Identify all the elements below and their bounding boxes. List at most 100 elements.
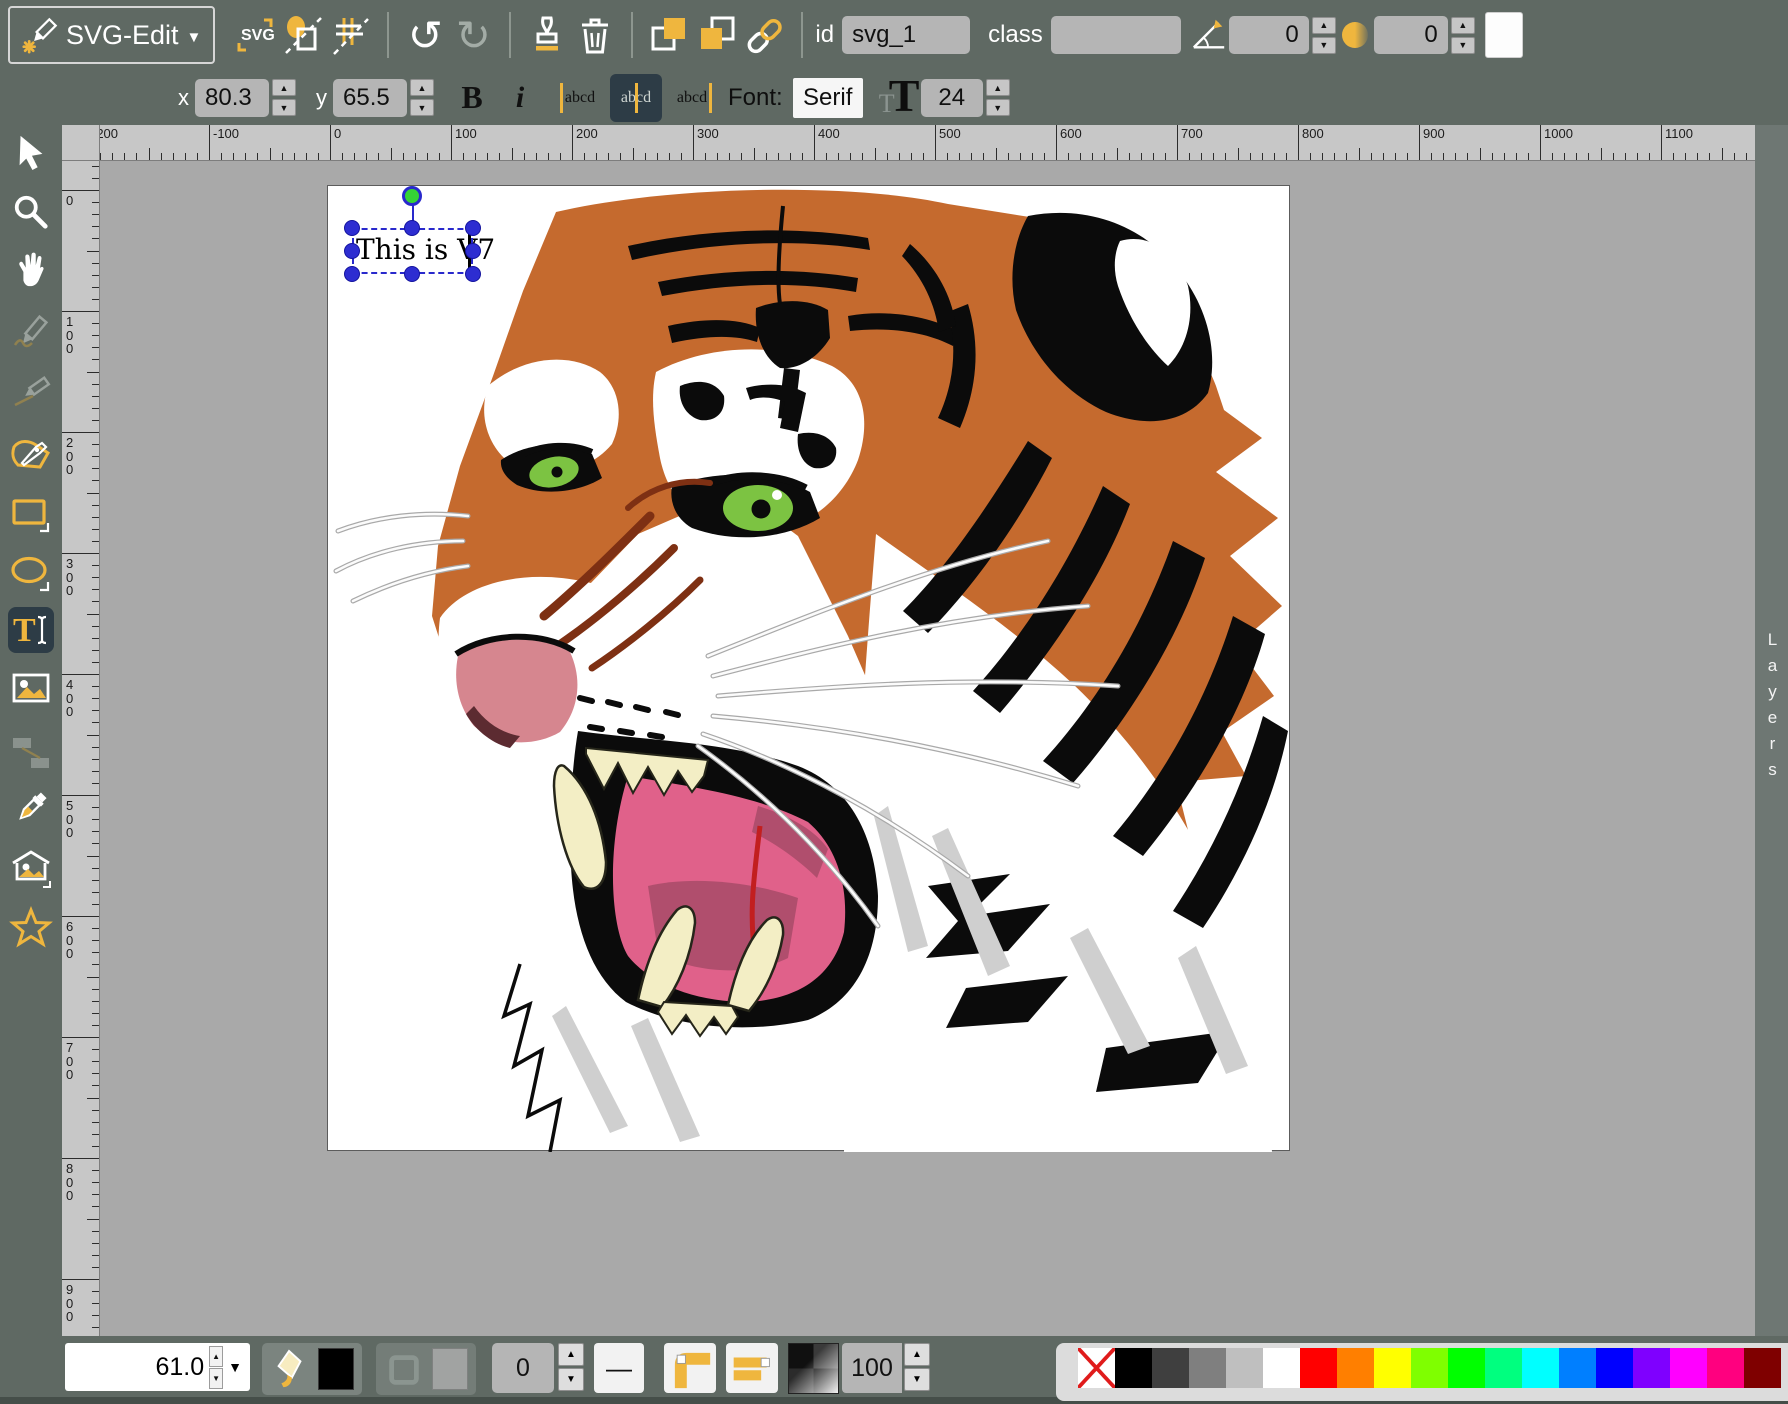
spin-down-icon[interactable]: ▼ — [209, 1368, 223, 1389]
delete-button[interactable] — [571, 9, 619, 61]
move-to-front-button[interactable] — [645, 9, 693, 61]
font-size-input[interactable] — [921, 79, 983, 117]
svg-canvas[interactable]: This is V7 — [327, 185, 1290, 1151]
palette-swatch[interactable] — [1633, 1348, 1670, 1388]
palette-swatch[interactable] — [1522, 1348, 1559, 1388]
text-anchor-start-button[interactable]: abcd — [558, 74, 602, 122]
spin-down-icon[interactable]: ▼ — [558, 1368, 584, 1391]
selection-handle-n[interactable] — [404, 220, 420, 236]
layers-panel-toggle[interactable]: Layers — [1755, 125, 1788, 1336]
stroke-linecap-button[interactable] — [726, 1343, 778, 1393]
palette-swatch[interactable] — [1189, 1348, 1226, 1388]
clone-button[interactable] — [523, 9, 571, 61]
shape-library-button[interactable] — [8, 846, 54, 892]
palette-swatch[interactable] — [1300, 1348, 1337, 1388]
spin-up-icon[interactable]: ▲ — [1451, 17, 1475, 34]
editor-preferences-button[interactable] — [327, 9, 375, 61]
rotate-handle[interactable] — [402, 186, 422, 206]
ellipse-tool-button[interactable] — [8, 550, 54, 596]
main-menu-button[interactable]: SVG-Edit ▼ — [8, 6, 215, 64]
stroke-color-swatch[interactable] — [432, 1348, 468, 1390]
opacity-field[interactable]: 100 — [842, 1343, 902, 1393]
stroke-linejoin-button[interactable] — [664, 1343, 716, 1393]
bold-button[interactable]: B — [448, 72, 496, 124]
spin-down-icon[interactable]: ▼ — [904, 1368, 930, 1391]
palette-swatch[interactable] — [1559, 1348, 1596, 1388]
y-coordinate-input[interactable] — [333, 79, 407, 117]
stroke-width-field[interactable]: 0 — [492, 1343, 554, 1393]
spin-down-icon[interactable]: ▼ — [272, 99, 296, 116]
text-tool-button[interactable]: T — [8, 607, 54, 653]
rectangle-tool-button[interactable] — [8, 491, 54, 537]
redo-button[interactable]: ↻ — [449, 9, 497, 61]
selection-handle-s[interactable] — [404, 266, 420, 282]
palette-swatch[interactable] — [1744, 1348, 1781, 1388]
selection-handle-e[interactable] — [465, 243, 481, 259]
selection-handle-se[interactable] — [465, 266, 481, 282]
font-family-button[interactable]: Serif — [793, 78, 863, 118]
move-to-back-button[interactable] — [693, 9, 741, 61]
undo-button[interactable]: ↺ — [401, 9, 449, 61]
make-link-button[interactable] — [741, 9, 789, 61]
spin-up-icon[interactable]: ▲ — [410, 79, 434, 96]
connector-tool-button[interactable] — [8, 730, 54, 776]
spin-up-icon[interactable]: ▲ — [986, 79, 1010, 96]
selection-handle-sw[interactable] — [344, 266, 360, 282]
text-anchor-middle-button[interactable]: abcd — [610, 74, 662, 122]
ruler-tick — [92, 1315, 99, 1316]
opacity-gradient-button[interactable] — [788, 1343, 839, 1394]
palette-swatch[interactable] — [1411, 1348, 1448, 1388]
fill-color-control[interactable] — [262, 1343, 362, 1395]
palette-swatch[interactable] — [1152, 1348, 1189, 1388]
selection-handle-ne[interactable] — [465, 220, 481, 236]
spin-up-icon[interactable]: ▲ — [904, 1343, 930, 1366]
palette-swatch[interactable] — [1337, 1348, 1374, 1388]
palette-swatch[interactable] — [1485, 1348, 1522, 1388]
fill-color-swatch[interactable] — [318, 1348, 354, 1390]
select-tool-button[interactable] — [8, 129, 54, 175]
zoom-dropdown-icon[interactable]: ▼ — [228, 1359, 242, 1375]
angle-input[interactable] — [1229, 16, 1309, 54]
text-anchor-end-button[interactable]: abcd — [670, 74, 714, 122]
document-properties-button[interactable] — [279, 9, 327, 61]
canvas-image-tiger[interactable] — [328, 186, 1291, 1152]
spin-down-icon[interactable]: ▼ — [1451, 37, 1475, 54]
zoom-control[interactable]: 61.0 ▲ ▼ ▼ — [65, 1343, 250, 1391]
palette-swatch[interactable] — [1226, 1348, 1263, 1388]
palette-swatch-none[interactable] — [1078, 1348, 1115, 1388]
spin-down-icon[interactable]: ▼ — [986, 99, 1010, 116]
palette-swatch[interactable] — [1374, 1348, 1411, 1388]
stroke-color-control[interactable] — [376, 1343, 476, 1395]
path-tool-button[interactable] — [8, 429, 54, 475]
spin-up-icon[interactable]: ▲ — [209, 1346, 223, 1367]
spin-down-icon[interactable]: ▼ — [410, 99, 434, 116]
background-color-swatch[interactable] — [1485, 12, 1523, 58]
pan-tool-button[interactable] — [8, 247, 54, 293]
image-tool-button[interactable] — [8, 665, 54, 711]
stroke-dash-select[interactable]: — — [594, 1343, 644, 1393]
element-id-input[interactable] — [842, 16, 970, 54]
italic-button[interactable]: i — [496, 72, 544, 124]
palette-swatch[interactable] — [1263, 1348, 1300, 1388]
line-tool-button[interactable] — [8, 368, 54, 414]
palette-swatch[interactable] — [1596, 1348, 1633, 1388]
element-class-input[interactable] — [1051, 16, 1181, 54]
zoom-tool-button[interactable] — [8, 189, 54, 235]
spin-up-icon[interactable]: ▲ — [272, 79, 296, 96]
x-coordinate-input[interactable] — [195, 79, 269, 117]
palette-swatch[interactable] — [1115, 1348, 1152, 1388]
source-editor-button[interactable]: SVG — [231, 9, 279, 61]
selection-handle-nw[interactable] — [344, 220, 360, 236]
palette-swatch[interactable] — [1707, 1348, 1744, 1388]
pencil-tool-button[interactable] — [8, 310, 54, 356]
eyedropper-tool-button[interactable] — [8, 785, 54, 831]
palette-swatch[interactable] — [1670, 1348, 1707, 1388]
selection-handle-w[interactable] — [344, 243, 360, 259]
spin-up-icon[interactable]: ▲ — [558, 1343, 584, 1366]
blur-input[interactable] — [1374, 16, 1448, 54]
spin-up-icon[interactable]: ▲ — [1312, 17, 1336, 34]
workarea[interactable]: This is V7 — [100, 161, 1755, 1336]
spin-down-icon[interactable]: ▼ — [1312, 37, 1336, 54]
star-tool-button[interactable] — [8, 905, 54, 951]
palette-swatch[interactable] — [1448, 1348, 1485, 1388]
